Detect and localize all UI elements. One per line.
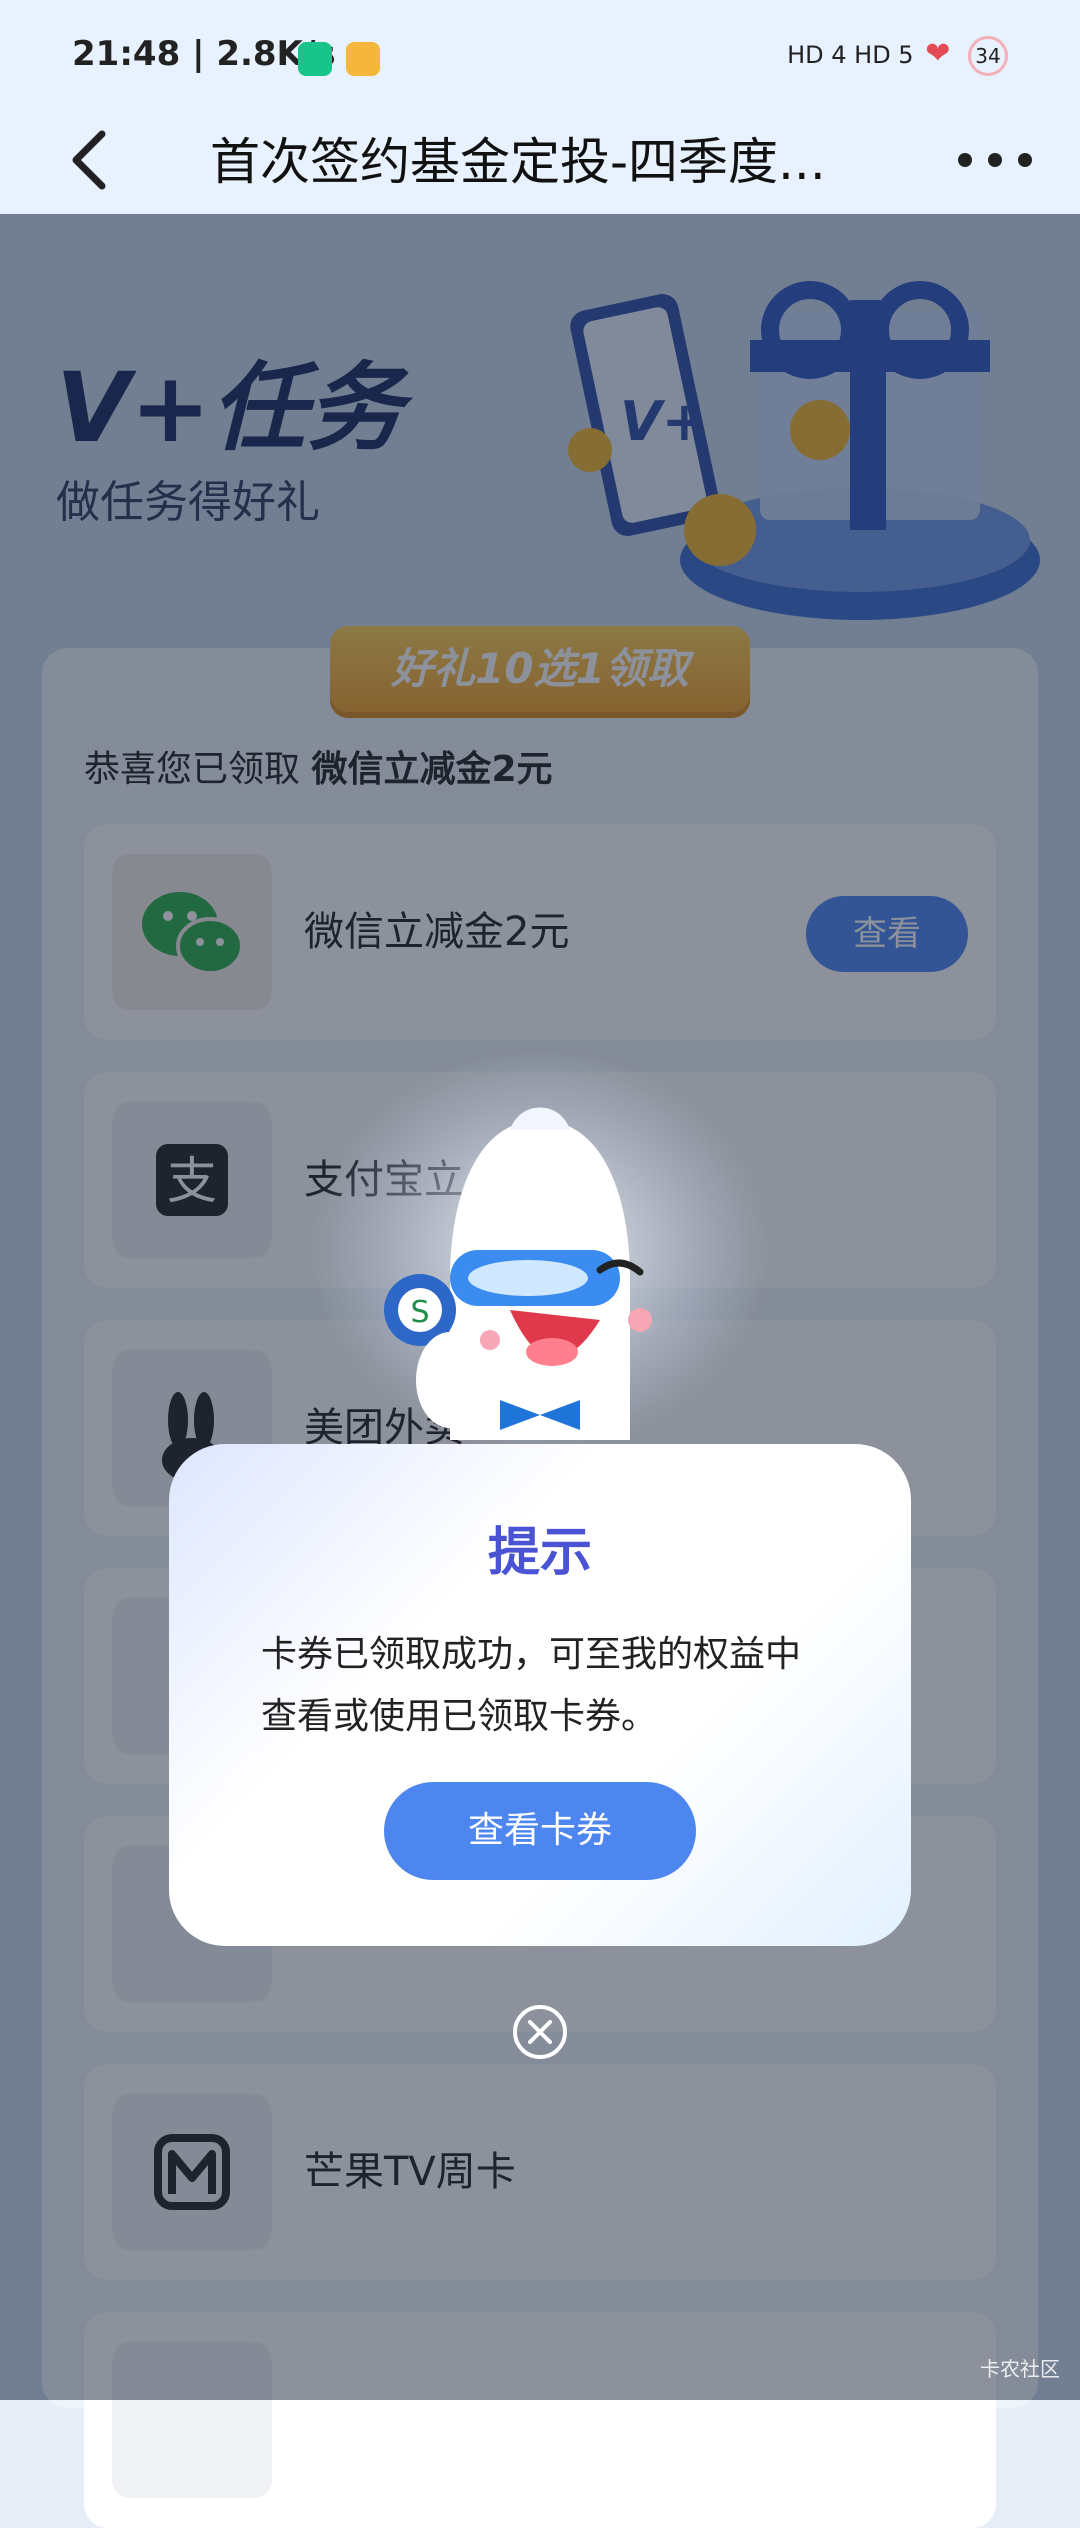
status-indicators: HD 4 HD 5 ❤ 34 <box>787 36 1008 76</box>
svg-text:S: S <box>410 1295 429 1330</box>
watermark: 卡农社区 <box>980 2357 1060 2381</box>
signal-text: HD 4 HD 5 <box>787 41 914 69</box>
page-title: 首次签约基金定投-四季度... <box>210 133 826 191</box>
app-notification-icon-2 <box>346 42 380 76</box>
tip-dialog: 提示 卡券已领取成功，可至我的权益中查看或使用已领取卡券。 查看卡券 <box>169 1444 911 1946</box>
dialog-title: 提示 <box>487 1523 592 1583</box>
view-coupons-button[interactable]: 查看卡券 <box>384 1782 696 1880</box>
more-options-icon[interactable] <box>950 130 1040 190</box>
close-icon[interactable] <box>512 2004 568 2060</box>
nav-bar: 首次签约基金定投-四季度... <box>0 110 1080 214</box>
heart-icon: ❤ <box>925 36 951 71</box>
back-arrow-icon[interactable] <box>60 120 120 200</box>
status-bar: 21:48 | 2.8K/s HD 4 HD 5 ❤ 34 <box>0 0 1080 110</box>
battery-indicator: 34 <box>968 36 1008 76</box>
status-time: 21:48 | 2.8K/s <box>72 34 336 74</box>
dialog-message: 卡券已领取成功，可至我的权益中查看或使用已领取卡券。 <box>261 1634 802 1737</box>
app-notification-icon <box>298 42 332 76</box>
mascot-illustration: S <box>310 1050 770 1450</box>
